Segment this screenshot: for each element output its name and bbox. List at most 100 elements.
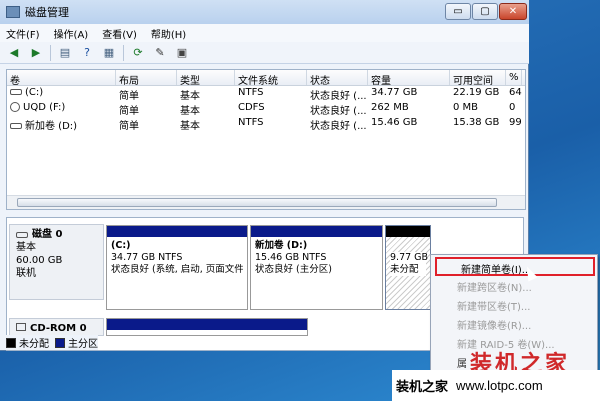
volume-name: UQD (F:) bbox=[7, 101, 116, 116]
cell: 15.38 GB bbox=[453, 117, 500, 128]
col-type[interactable]: 类型 bbox=[177, 70, 235, 85]
volume-name: (C:) bbox=[7, 86, 116, 101]
window-title: 磁盘管理 bbox=[25, 6, 69, 19]
legend: 未分配 主分区 bbox=[6, 335, 98, 350]
partition-status: 状态良好 (系统, 启动, 页面文件 bbox=[111, 264, 243, 275]
col-status[interactable]: 状态 bbox=[307, 70, 368, 85]
close-button[interactable]: ✕ bbox=[499, 3, 527, 20]
col-percent[interactable]: % bbox=[506, 70, 522, 85]
title-bar: 磁盘管理 ▭ ▢ ✕ bbox=[0, 0, 529, 24]
partition-bar bbox=[251, 226, 382, 237]
cell: 基本 bbox=[180, 106, 200, 116]
partition-d[interactable]: 新加卷 (D:) 15.46 GB NTFS 状态良好 (主分区) bbox=[250, 225, 383, 310]
partition-size: 34.77 GB NTFS bbox=[111, 252, 183, 263]
settings-icon[interactable]: ✎ bbox=[152, 45, 168, 61]
maximize-button[interactable]: ▢ bbox=[472, 3, 498, 20]
primary-swatch bbox=[55, 337, 65, 348]
col-capacity[interactable]: 容量 bbox=[368, 70, 450, 85]
cell: NTFS bbox=[238, 117, 264, 128]
disk-icon bbox=[16, 231, 28, 238]
disk-icon[interactable]: ▣ bbox=[174, 45, 190, 61]
cell: 基本 bbox=[180, 121, 200, 131]
disk-0-type: 基本 bbox=[16, 242, 36, 253]
scrollbar-thumb[interactable] bbox=[17, 198, 497, 207]
unallocated-status: 未分配 bbox=[390, 264, 426, 276]
app-icon bbox=[6, 6, 20, 18]
menu-new-striped-volume[interactable]: 新建带区卷(T)... bbox=[431, 295, 597, 314]
cell: 简单 bbox=[119, 106, 139, 116]
unallocated-size: 9.77 GB bbox=[390, 252, 429, 264]
toolbar-divider bbox=[123, 44, 124, 61]
toolbar-divider bbox=[50, 44, 51, 61]
watermark-banner: 装机之家 www.lotpc.com bbox=[392, 370, 600, 401]
cell: 简单 bbox=[119, 121, 139, 131]
partition-bar bbox=[386, 226, 430, 237]
cdrom-0-label[interactable]: CD-ROM 0 bbox=[9, 318, 104, 336]
menu-new-spanned-volume[interactable]: 新建跨区卷(N)... bbox=[431, 276, 597, 295]
unallocated-swatch bbox=[6, 337, 16, 348]
toolbar: ◀ ▶ ▤ ? ▦ ⟳ ✎ ▣ bbox=[0, 42, 529, 64]
menu-help[interactable]: 帮助(H) bbox=[151, 26, 186, 41]
partition-name: (C:) bbox=[111, 240, 131, 251]
forward-arrow-icon[interactable]: ▶ bbox=[28, 45, 44, 61]
menu-file[interactable]: 文件(F) bbox=[6, 26, 40, 41]
cell: 0 bbox=[509, 102, 516, 113]
volume-name: 新加卷 (D:) bbox=[7, 116, 116, 131]
cdrom-0-name: CD-ROM 0 bbox=[30, 323, 87, 334]
properties-icon[interactable]: ▦ bbox=[101, 45, 117, 61]
disk-0-status: 联机 bbox=[16, 268, 36, 279]
table-row[interactable]: UQD (F:) 简单 基本 CDFS 状态良好 (... 262 MB 0 M… bbox=[7, 101, 525, 116]
disk-0-label[interactable]: 磁盘 0 基本 60.00 GB 联机 bbox=[9, 224, 104, 300]
unallocated-space[interactable]: 9.77 GB 未分配 bbox=[385, 225, 431, 310]
minimize-button[interactable]: ▭ bbox=[445, 3, 471, 20]
cell: 简单 bbox=[119, 91, 139, 101]
cdrom-volume[interactable] bbox=[106, 318, 308, 336]
col-filesystem[interactable]: 文件系统 bbox=[235, 70, 307, 85]
menu-bar: 文件(F) 操作(A) 查看(V) 帮助(H) bbox=[0, 24, 529, 42]
menu-new-simple-volume[interactable]: 新建简单卷(I)... bbox=[435, 257, 595, 276]
menu-view[interactable]: 查看(V) bbox=[102, 26, 137, 41]
drive-icon bbox=[10, 89, 22, 95]
cell: 0 MB bbox=[453, 102, 479, 113]
cell: NTFS bbox=[238, 87, 264, 98]
col-layout[interactable]: 布局 bbox=[116, 70, 177, 85]
volume-list: 卷 布局 类型 文件系统 状态 容量 可用空间 % (C:) 简单 基本 NTF… bbox=[6, 69, 526, 210]
col-free[interactable]: 可用空间 bbox=[450, 70, 506, 85]
cell: 262 MB bbox=[371, 102, 409, 113]
table-row[interactable]: 新加卷 (D:) 简单 基本 NTFS 状态良好 (... 15.46 GB 1… bbox=[7, 116, 525, 131]
disk-0-name: 磁盘 0 bbox=[32, 229, 63, 240]
legend-unallocated: 未分配 bbox=[19, 339, 49, 350]
console-tree-icon[interactable]: ▤ bbox=[57, 45, 73, 61]
menu-new-mirrored-volume[interactable]: 新建镜像卷(R)... bbox=[431, 314, 597, 333]
help-icon[interactable]: ? bbox=[79, 45, 95, 61]
table-row[interactable]: (C:) 简单 基本 NTFS 状态良好 (... 34.77 GB 22.19… bbox=[7, 86, 525, 101]
partition-size: 15.46 GB NTFS bbox=[255, 252, 327, 263]
volume-list-header: 卷 布局 类型 文件系统 状态 容量 可用空间 % bbox=[7, 70, 525, 86]
watermark-text: 装机之家 bbox=[396, 380, 449, 395]
cell: 22.19 GB bbox=[453, 87, 500, 98]
partition-bar bbox=[107, 319, 307, 330]
partition-name: 新加卷 (D:) bbox=[255, 240, 308, 251]
partition-c[interactable]: (C:) 34.77 GB NTFS 状态良好 (系统, 启动, 页面文件 bbox=[106, 225, 248, 310]
volume-name-text: UQD (F:) bbox=[23, 102, 66, 113]
cell: 状态良好 (... bbox=[310, 106, 367, 116]
cell: 状态良好 (... bbox=[310, 91, 367, 101]
back-arrow-icon[interactable]: ◀ bbox=[6, 45, 22, 61]
cell: 基本 bbox=[180, 91, 200, 101]
cd-drive-icon bbox=[10, 102, 20, 112]
watermark-url: www.lotpc.com bbox=[456, 378, 543, 393]
cd-drive-icon bbox=[16, 323, 26, 331]
refresh-icon[interactable]: ⟳ bbox=[130, 45, 146, 61]
legend-primary: 主分区 bbox=[68, 339, 98, 350]
cell: CDFS bbox=[238, 102, 265, 113]
partition-bar bbox=[107, 226, 247, 237]
cell: 15.46 GB bbox=[371, 117, 418, 128]
cell: 64 bbox=[509, 87, 522, 98]
disk-0-size: 60.00 GB bbox=[16, 255, 63, 266]
cell: 34.77 GB bbox=[371, 87, 418, 98]
cell: 状态良好 (... bbox=[310, 121, 367, 131]
col-volume[interactable]: 卷 bbox=[7, 70, 116, 85]
horizontal-scrollbar[interactable] bbox=[7, 195, 525, 209]
volume-name-text: 新加卷 (D:) bbox=[25, 121, 78, 131]
menu-action[interactable]: 操作(A) bbox=[54, 26, 89, 41]
